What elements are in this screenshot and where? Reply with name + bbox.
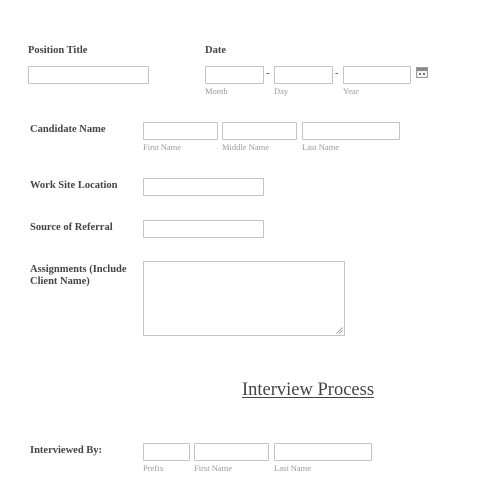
date-separator: - — [335, 67, 339, 79]
work-site-location-input[interactable] — [143, 178, 264, 196]
candidate-first-name-input[interactable] — [143, 122, 218, 140]
work-site-location-label: Work Site Location — [30, 180, 118, 191]
resize-grip-icon[interactable] — [336, 327, 343, 334]
candidate-last-name-input[interactable] — [302, 122, 400, 140]
source-of-referral-input[interactable] — [143, 220, 264, 238]
candidate-middle-name-sublabel: Middle Name — [222, 142, 269, 152]
date-year-sublabel: Year — [343, 86, 359, 96]
date-day-sublabel: Day — [274, 86, 289, 96]
interviewer-last-name-sublabel: Last Name — [274, 463, 312, 473]
assignments-label: Assignments (Include Client Name) — [30, 264, 127, 287]
date-month-sublabel: Month — [205, 86, 228, 96]
source-of-referral-label: Source of Referral — [30, 222, 113, 233]
interviewer-first-name-input[interactable] — [194, 443, 269, 461]
date-separator: - — [266, 67, 270, 79]
candidate-last-name-sublabel: Last Name — [302, 142, 340, 152]
date-day-input[interactable] — [274, 66, 333, 84]
candidate-first-name-sublabel: First Name — [143, 142, 182, 152]
interviewer-prefix-input[interactable] — [143, 443, 190, 461]
candidate-middle-name-input[interactable] — [222, 122, 297, 140]
position-title-input[interactable] — [28, 66, 149, 84]
interviewer-prefix-sublabel: Prefix — [143, 463, 164, 473]
date-year-input[interactable] — [343, 66, 411, 84]
interview-process-heading: Interview Process — [242, 380, 375, 400]
date-label: Date — [205, 45, 226, 56]
interviewer-first-name-sublabel: First Name — [194, 463, 233, 473]
candidate-name-label: Candidate Name — [30, 124, 106, 135]
interviewed-by-label: Interviewed By: — [30, 445, 103, 456]
date-month-input[interactable] — [205, 66, 264, 84]
interviewer-last-name-input[interactable] — [274, 443, 372, 461]
calendar-icon[interactable] — [416, 67, 428, 78]
assignments-textarea[interactable] — [143, 261, 345, 336]
position-title-label: Position Title — [28, 45, 88, 56]
